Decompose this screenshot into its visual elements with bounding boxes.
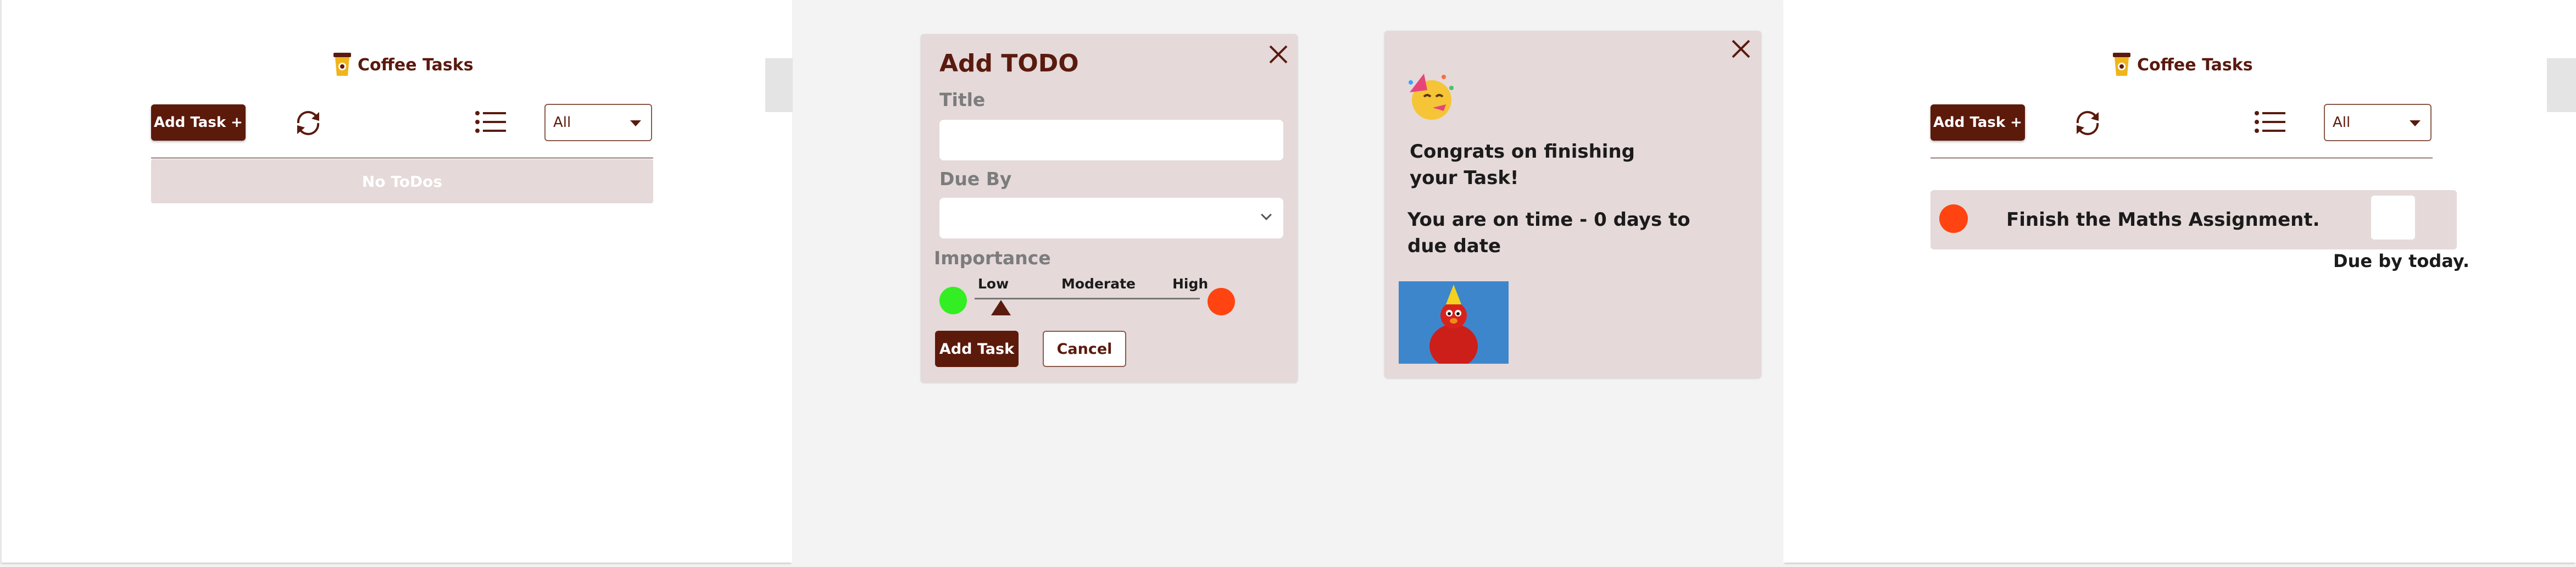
task-list-screen-empty: Coffee Tasks Add Task + All No ToDos	[0, 0, 792, 563]
coffee-cup-icon	[2113, 53, 2130, 76]
priority-high-dot	[1939, 204, 1968, 233]
list-icon[interactable]	[2255, 110, 2285, 134]
side-tab	[765, 58, 793, 112]
level-low-label: Low	[978, 276, 1009, 292]
add-task-button[interactable]: Add Task +	[1930, 104, 2025, 141]
caret-down-icon	[630, 120, 641, 126]
close-icon[interactable]	[1268, 44, 1289, 65]
app-header: Coffee Tasks	[2112, 53, 2253, 77]
level-high-label: High	[1172, 276, 1209, 292]
importance-slider-track[interactable]	[975, 298, 1200, 299]
title-input[interactable]	[939, 120, 1283, 160]
chevron-down-icon	[1261, 209, 1272, 220]
level-moderate-label: Moderate	[1061, 276, 1136, 292]
filter-select-value: All	[2333, 114, 2351, 131]
celebration-gif	[1399, 281, 1509, 364]
divider	[151, 157, 653, 159]
task-complete-checkbox[interactable]	[2371, 196, 2415, 240]
party-face-icon	[1409, 74, 1454, 120]
on-time-message-line1: You are on time - 0 days to	[1407, 209, 1690, 231]
importance-slider-thumb[interactable]	[991, 300, 1011, 315]
app-title: Coffee Tasks	[358, 55, 474, 75]
refresh-icon[interactable]	[2071, 107, 2104, 140]
app-title: Coffee Tasks	[2137, 55, 2253, 75]
add-todo-modal: Add TODO Title Due By Importance Low Mod…	[921, 34, 1298, 382]
importance-label: Importance	[934, 247, 1051, 269]
congrats-modal: Congrats on finishing your Task! You are…	[1384, 31, 1761, 378]
filter-select[interactable]: All	[2324, 104, 2432, 141]
divider	[1930, 157, 2433, 159]
add-task-button[interactable]: Add Task +	[151, 104, 246, 141]
due-by-label: Due By	[939, 168, 1012, 190]
modal-title: Add TODO	[939, 49, 1079, 77]
task-title: Finish the Maths Assignment.	[2006, 209, 2320, 231]
due-by-select[interactable]	[939, 198, 1283, 238]
caret-down-icon	[2410, 120, 2421, 126]
add-task-submit-button[interactable]: Add Task	[935, 331, 1019, 367]
congrats-message-line1: Congrats on finishing	[1410, 141, 1635, 163]
title-label: Title	[939, 89, 986, 110]
filter-select-value: All	[553, 114, 571, 131]
coffee-cup-icon	[333, 53, 351, 76]
side-tab	[2547, 58, 2576, 112]
high-importance-dot	[1208, 288, 1235, 315]
empty-list-message: No ToDos	[151, 159, 653, 203]
low-importance-dot	[939, 287, 967, 314]
cancel-button[interactable]: Cancel	[1043, 331, 1126, 367]
congrats-message-line2: your Task!	[1410, 167, 1519, 189]
task-row[interactable]: Finish the Maths Assignment.	[1930, 190, 2457, 249]
close-icon[interactable]	[1731, 38, 1751, 59]
list-icon[interactable]	[475, 110, 506, 134]
task-due-label: Due by today.	[2333, 251, 2469, 271]
task-list-screen: Coffee Tasks Add Task + All Finish the M…	[1783, 0, 2576, 563]
on-time-message-line2: due date	[1407, 235, 1501, 257]
filter-select[interactable]: All	[544, 104, 652, 141]
refresh-icon[interactable]	[292, 107, 325, 140]
app-header: Coffee Tasks	[332, 53, 474, 77]
